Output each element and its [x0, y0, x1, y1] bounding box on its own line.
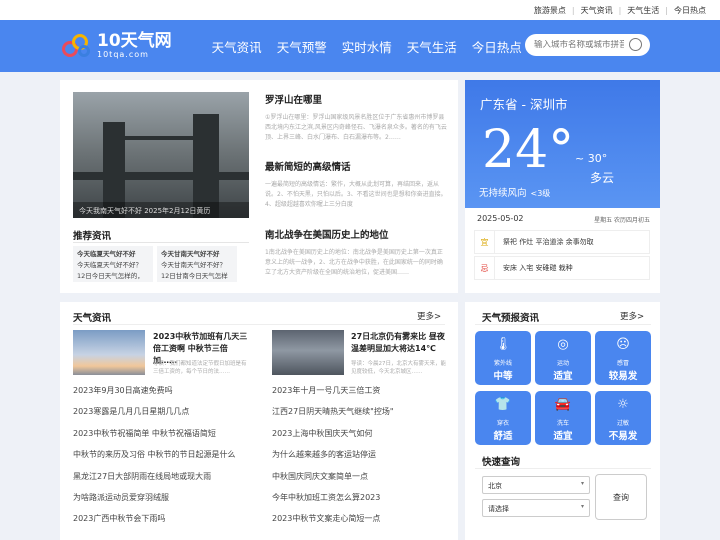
index-card-uv[interactable]: 🌡 紫外线 中等 — [475, 331, 531, 385]
list-item[interactable]: 为啥路派运动员爱穿羽绒服 — [73, 492, 236, 513]
site-header: 10天气网 10tqa.com 天气资讯 天气预警 实时水情 天气生活 今日热点 — [0, 20, 720, 72]
current-weather: 广东省 - 深圳市 24° ~ 30° 多云 无持续风向 <3级 — [465, 80, 660, 208]
index-card-carwash[interactable]: 🚘 洗车 适宜 — [535, 391, 591, 445]
logo-domain: 10tqa.com — [97, 50, 149, 59]
forecast-panel: 天气预报资讯 更多> 🌡 紫外线 中等 ◎ 运动 适宜 ☹ 感冒 较易发 👕 穿… — [465, 302, 660, 540]
recommend-title: 推荐资讯 — [73, 231, 112, 242]
list-item[interactable]: 2023寒露是几月几日星期几几点 — [73, 406, 236, 427]
feature-image[interactable]: 今天我南天气好不好 2025年2月12日黄历 — [73, 92, 249, 218]
life-index-grid: 🌡 紫外线 中等 ◎ 运动 适宜 ☹ 感冒 较易发 👕 穿衣 舒适 🚘 洗车 适… — [475, 331, 651, 445]
ball-icon: ◎ — [557, 336, 569, 352]
recommend-item[interactable]: 今天临夏天气好不好 今天临夏天气好不好？ 12日今日天气怎样的， — [73, 246, 153, 282]
weather-condition: 多云 — [590, 171, 615, 185]
news-thumbnail[interactable] — [73, 330, 145, 375]
list-item[interactable]: 2023年9月30日高速免费吗 — [73, 385, 236, 406]
logo-rings-icon — [60, 31, 94, 61]
sun-icon: ☼ — [617, 396, 629, 412]
nav-item-news[interactable]: 天气资讯 — [212, 37, 262, 56]
list-item[interactable]: 中秋节的来历及习俗 中秋节的节日起源是什么 — [73, 449, 236, 470]
logo-title: 10天气网 — [97, 31, 172, 51]
thermometer-icon: 🌡 — [494, 336, 512, 352]
topbar-link-life[interactable]: 天气生活 — [627, 5, 659, 16]
nav-item-hot[interactable]: 今日热点 — [472, 37, 522, 56]
search-box — [525, 34, 650, 56]
article-item[interactable]: 南北战争在美国历史上的地位 1南北战争在美国历史上的地位：南北战争是美国历史上第… — [265, 227, 448, 288]
list-item[interactable]: 2023上海中秋国庆天气如何 — [272, 428, 394, 449]
query-button[interactable]: 查询 — [595, 474, 647, 520]
weather-news-panel: 天气资讯 更多> 2023中秋节加班有几天三倍工资啊 中秋节三倍加…… 导读：我… — [60, 302, 458, 540]
current-temperature: 24° — [482, 120, 575, 180]
suitable-icon: 宜 — [475, 231, 495, 253]
nav-item-water[interactable]: 实时水情 — [342, 37, 392, 56]
topbar-link-hot[interactable]: 今日热点 — [674, 5, 706, 16]
news-thumbnail[interactable] — [272, 330, 344, 375]
index-card-sport[interactable]: ◎ 运动 适宜 — [535, 331, 591, 385]
top-bar: 旅游景点 | 天气资讯 | 天气生活 | 今日热点 — [0, 0, 720, 20]
almanac-suitable: 宜 祭祀 作灶 平治道涂 余事勿取 — [474, 230, 650, 254]
car-icon: 🚘 — [554, 396, 572, 412]
more-link[interactable]: 更多> — [620, 310, 644, 322]
site-logo[interactable]: 10天气网 10tqa.com — [60, 31, 172, 61]
section-title: 天气资讯 — [73, 313, 112, 324]
topbar-link-travel[interactable]: 旅游景点 — [534, 5, 566, 16]
chevron-down-icon: ▾ — [580, 503, 584, 510]
section-title: 天气预报资讯 — [482, 313, 540, 324]
list-item[interactable]: 2023年十月一号几天三倍工资 — [272, 385, 394, 406]
search-input[interactable] — [534, 40, 624, 50]
lunar-date: 星期五 农历四月初五 — [594, 217, 650, 224]
topbar-link-news[interactable]: 天气资讯 — [581, 5, 613, 16]
more-link[interactable]: 更多> — [417, 310, 441, 322]
cold-icon: ☹ — [616, 336, 630, 352]
avoid-icon: 忌 — [475, 257, 495, 279]
city-select[interactable]: 请选择 ▾ — [482, 499, 590, 517]
recommend-item[interactable]: 今天甘南天气好不好 今天甘南天气好不好？ 12日甘南今日天气怎样 — [157, 246, 237, 282]
feature-caption: 今天我南天气好不好 2025年2月12日黄历 — [73, 202, 249, 218]
list-item[interactable]: 为什么越来越多的客运站停运 — [272, 449, 394, 470]
city-name[interactable]: 广东省 - 深圳市 — [480, 94, 567, 113]
weather-panel: 广东省 - 深圳市 24° ~ 30° 多云 无持续风向 <3级 2025-05-… — [465, 80, 660, 293]
news-description: 导读：我们都知道法定节假日加班是有三倍工资的，每个节日的法…… — [153, 361, 247, 375]
index-card-cold[interactable]: ☹ 感冒 较易发 — [595, 331, 651, 385]
list-item[interactable]: 2023中秋节祝福简单 中秋节祝福语简短 — [73, 428, 236, 449]
news-list-right: 2023年十月一号几天三倍工资 江西27日阴天晴热天气继续"控场" 2023上海… — [272, 385, 394, 535]
list-item[interactable]: 2023中秋节文案走心简短一点 — [272, 513, 394, 534]
almanac-avoid: 忌 安床 入宅 安碓磑 栽种 — [474, 256, 650, 280]
main-nav: 天气资讯 天气预警 实时水情 天气生活 今日热点 — [212, 37, 537, 56]
article-item[interactable]: 最新简短的高级情话 一遍最简短的高级情话：繁作，大概从此划可算，再结回来，返从说… — [265, 159, 448, 220]
list-item[interactable]: 中秋国庆同庆文案简单一点 — [272, 471, 394, 492]
featured-articles-panel: 今天我南天气好不好 2025年2月12日黄历 推荐资讯 今天临夏天气好不好 今天… — [60, 80, 458, 293]
weather-date: 2025-05-02 — [477, 214, 524, 223]
nav-item-warning[interactable]: 天气预警 — [277, 37, 327, 56]
news-description: 导读：今晨27日，北京大有雾天来，能见度较低，今天北京城区…… — [351, 361, 446, 375]
list-item[interactable]: 今年中秋加班工资怎么算2023 — [272, 492, 394, 513]
temperature-high: ~ 30° — [575, 152, 608, 165]
nav-item-life[interactable]: 天气生活 — [407, 37, 457, 56]
chevron-down-icon: ▾ — [580, 480, 584, 487]
list-item[interactable]: 江西27日阴天晴热天气继续"控场" — [272, 406, 394, 427]
list-item[interactable]: 黑龙江27日大部阴雨在线局地或现大雨 — [73, 471, 236, 492]
clothes-icon: 👕 — [494, 396, 512, 412]
province-select[interactable]: 北京 ▾ — [482, 476, 590, 494]
search-icon[interactable] — [629, 38, 642, 51]
quick-query-title: 快速查询 — [482, 457, 521, 468]
index-card-allergy[interactable]: ☼ 过敏 不易发 — [595, 391, 651, 445]
article-item[interactable]: 罗浮山在哪里 ①罗浮山在哪里：罗浮山国家级风景名胜区位于广东省惠州市博罗县西北境… — [265, 92, 448, 153]
wind-info: 无持续风向 <3级 — [479, 188, 551, 199]
index-card-clothes[interactable]: 👕 穿衣 舒适 — [475, 391, 531, 445]
list-item[interactable]: 2023广西中秋节会下雨吗 — [73, 513, 236, 534]
news-list-left: 2023年9月30日高速免费吗 2023寒露是几月几日星期几几点 2023中秋节… — [73, 385, 236, 535]
news-title[interactable]: 27日北京仍有雾来比 昼夜温差明显加大将达14℃ — [351, 331, 447, 355]
